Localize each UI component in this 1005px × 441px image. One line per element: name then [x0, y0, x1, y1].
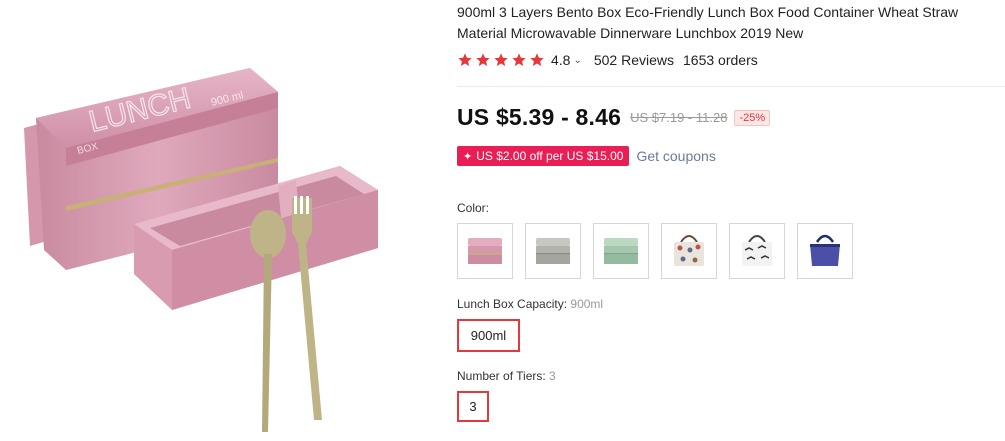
pink-bento-box-thumbnail: [468, 238, 502, 264]
color-swatch-pink-bento[interactable]: [457, 223, 513, 279]
coupon-badge[interactable]: ✦ US $2.00 off per US $15.00: [457, 146, 630, 166]
cloud-print-lunch-bag-thumbnail: [742, 235, 772, 266]
color-swatch-cloud-bag[interactable]: [729, 223, 785, 279]
tiers-label-text: Number of Tiers:: [457, 369, 546, 383]
star-rating: [457, 52, 545, 68]
green-bento-box-thumbnail: [604, 238, 638, 264]
coupon-row: ✦ US $2.00 off per US $15.00 Get coupons: [457, 146, 716, 166]
star-icon: [530, 53, 544, 66]
star-icon: [512, 53, 526, 66]
rating-row: 4.8 ⌄ 502 Reviews 1653 orders: [457, 51, 1005, 69]
gray-bento-box-thumbnail: [536, 238, 570, 264]
capacity-selected-value: 900ml: [570, 297, 604, 311]
product-title: 900ml 3 Layers Bento Box Eco-Friendly Lu…: [457, 4, 959, 41]
star-icon: [476, 53, 490, 66]
capacity-label: Lunch Box Capacity: 900ml: [457, 297, 603, 311]
purple-lunch-bag-thumbnail: [810, 234, 840, 266]
patterned-lunch-bag-thumbnail: [674, 235, 704, 266]
bento-box-illustration: LUNCH BOX 900 ml: [24, 68, 378, 432]
product-image: LUNCH BOX 900 ml: [0, 0, 430, 436]
original-price: US $7.19 - 11.28: [630, 110, 728, 125]
chevron-down-icon[interactable]: ⌄: [573, 55, 581, 66]
price-row: US $5.39 - 8.46 US $7.19 - 11.28 -25%: [457, 104, 771, 131]
get-coupons-link[interactable]: Get coupons: [636, 148, 715, 164]
capacity-option-900ml[interactable]: 900ml: [457, 319, 520, 352]
color-swatch-patterned-bag[interactable]: [661, 223, 717, 279]
rating-value[interactable]: 4.8: [551, 52, 570, 68]
color-swatch-gray-bento[interactable]: [525, 223, 581, 279]
orders-count: 1653 orders: [683, 52, 758, 68]
color-label: Color:: [457, 201, 490, 215]
sparkle-icon: ✦: [463, 150, 473, 163]
star-icon: [458, 53, 472, 66]
tiers-selected-value: 3: [549, 369, 556, 383]
tiers-label: Number of Tiers: 3: [457, 369, 556, 383]
capacity-label-text: Lunch Box Capacity:: [457, 297, 568, 311]
current-price: US $5.39 - 8.46: [457, 104, 622, 130]
tiers-option-3[interactable]: 3: [457, 391, 489, 422]
divider: [457, 86, 1005, 87]
star-icon: [494, 53, 508, 66]
color-swatch-purple-bag[interactable]: [797, 223, 853, 279]
coupon-text: US $2.00 off per US $15.00: [476, 149, 624, 163]
product-info-panel: 900ml 3 Layers Bento Box Eco-Friendly Lu…: [457, 0, 1005, 422]
reviews-link[interactable]: 502 Reviews: [594, 52, 674, 68]
color-swatches: [457, 223, 853, 279]
color-swatch-green-bento[interactable]: [593, 223, 649, 279]
discount-badge: -25%: [734, 109, 771, 126]
